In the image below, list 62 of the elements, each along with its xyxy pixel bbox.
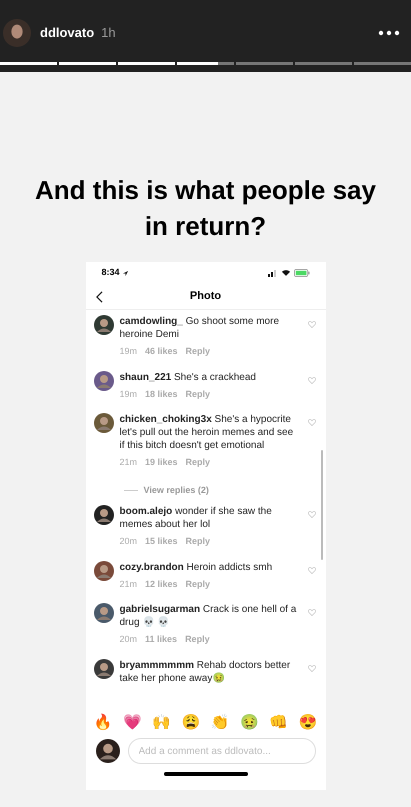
emoji-reaction[interactable]: 💗 <box>122 714 142 732</box>
comment-text: chicken_choking3x She's a hypocrite let's pull out the heroin memes and see if this bitch doesn't get emotional <box>120 413 294 452</box>
timestamp: 1h <box>101 24 116 42</box>
heart-icon[interactable] <box>308 376 316 384</box>
comment-time: 20m <box>120 633 138 646</box>
comment-text: bryammmmmm Rehab doctors better take her phone away🤢 <box>120 658 292 684</box>
reply-link[interactable]: Reply <box>186 535 210 548</box>
heart-icon[interactable] <box>308 419 316 426</box>
reply-link[interactable]: Reply <box>186 345 210 358</box>
avatar <box>94 315 114 335</box>
comment-time: 20m <box>120 535 138 548</box>
emoji-reaction[interactable]: 😩 <box>181 714 200 732</box>
emoji-reaction[interactable]: 🤢 <box>240 714 259 732</box>
emoji-reaction[interactable]: 👊 <box>269 714 288 732</box>
heart-icon[interactable] <box>308 664 316 672</box>
comment-time: 19m <box>120 388 138 400</box>
heart-icon[interactable] <box>308 609 316 616</box>
avatar <box>94 560 114 580</box>
heart-icon[interactable] <box>308 566 316 574</box>
comment-time: 21m <box>120 456 138 469</box>
like-count[interactable]: 15 likes <box>145 535 178 548</box>
like-count[interactable]: 19 likes <box>145 456 178 470</box>
emoji-reaction[interactable]: 🔥 <box>94 714 112 732</box>
like-count[interactable]: 12 likes <box>145 578 178 591</box>
avatar <box>94 505 114 525</box>
like-count[interactable]: 11 likes <box>145 633 178 646</box>
location-arrow-icon <box>122 270 129 276</box>
like-count[interactable]: 18 likes <box>145 388 178 401</box>
comment-time: 21m <box>120 578 138 590</box>
username[interactable]: ddlovato <box>40 22 94 42</box>
avatar <box>94 603 114 623</box>
status-time: 8:34 <box>102 266 120 280</box>
screen-title: Photo <box>190 289 222 304</box>
reply-link[interactable]: Reply <box>186 578 210 591</box>
back-icon[interactable] <box>96 290 102 302</box>
emoji-reaction[interactable]: 👏 <box>210 714 230 732</box>
comment-text: shaun_221 She's a crackhead <box>120 370 257 384</box>
emoji-reaction[interactable]: 🙌 <box>152 714 172 732</box>
like-count[interactable]: 46 likes <box>145 345 178 358</box>
comment-text: camdowling_ Go shoot some more heroine Demi <box>120 315 280 341</box>
comment-time: 19m <box>120 345 138 358</box>
comment-input-field[interactable]: Add a comment as ddlovato... <box>128 738 316 764</box>
heart-icon[interactable] <box>308 321 316 328</box>
wifi-icon <box>280 269 290 277</box>
battery-icon <box>294 269 310 277</box>
view-replies-link[interactable]: View replies (2) <box>144 484 209 497</box>
signal-icon <box>268 269 278 277</box>
avatar[interactable] <box>3 18 31 46</box>
comment-text: boom.alejo wonder if she saw the memes about her lol <box>120 505 273 531</box>
avatar <box>94 370 114 390</box>
avatar <box>96 739 120 763</box>
comment-text: gabrielsugarman Crack is one hell of a drug 💀 💀 <box>120 603 298 629</box>
reply-link[interactable]: Reply <box>185 633 210 646</box>
avatar <box>94 658 114 678</box>
emoji-reaction[interactable]: 😍 <box>298 714 318 732</box>
reply-link[interactable]: Reply <box>186 388 210 401</box>
more-options-icon[interactable] <box>378 30 400 36</box>
comment-text: cozy.brandon Heroin addicts smh <box>120 560 274 574</box>
reply-link[interactable]: Reply <box>186 456 210 470</box>
avatar <box>94 413 114 433</box>
heart-icon[interactable] <box>308 511 316 518</box>
headline: And this is what people say in return? <box>34 174 377 243</box>
